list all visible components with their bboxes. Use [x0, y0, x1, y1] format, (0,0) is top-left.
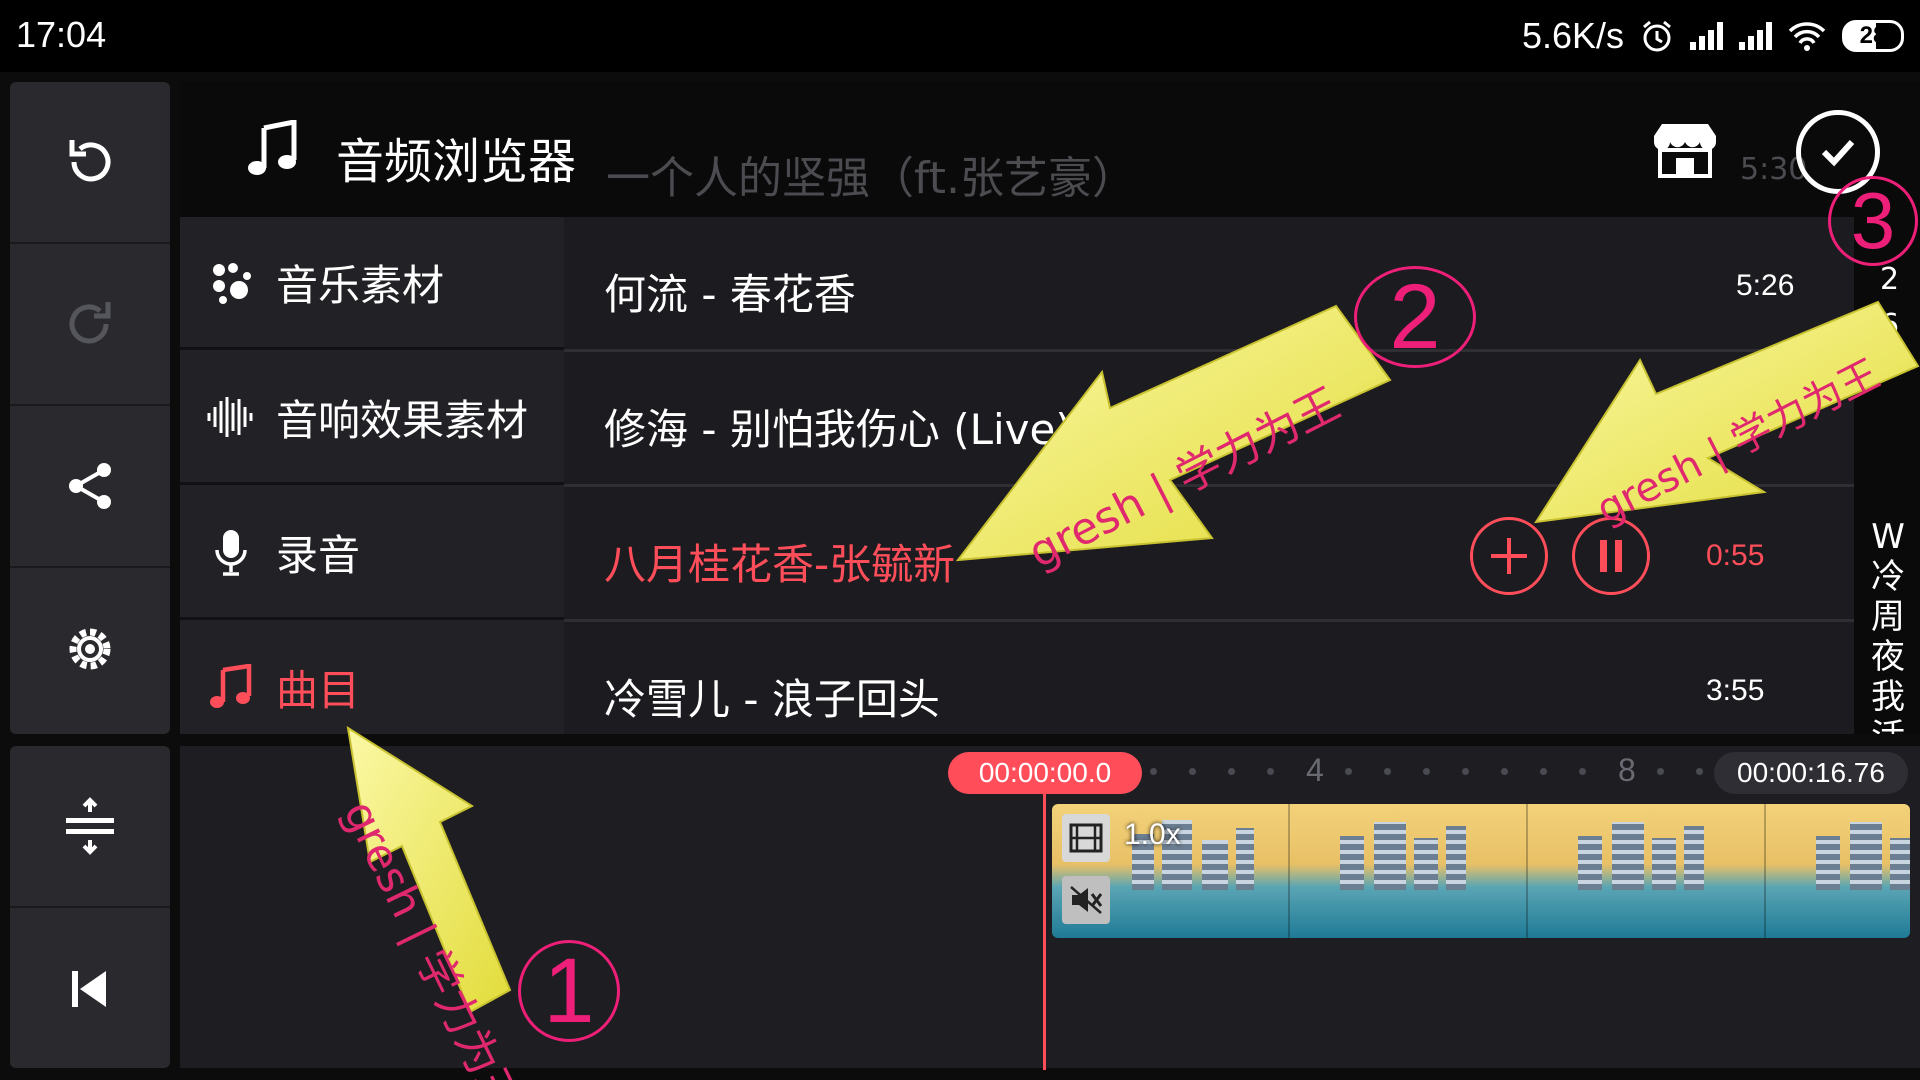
ruler-tick — [1657, 768, 1664, 775]
add-song-button[interactable] — [1470, 517, 1548, 595]
song-duration: 0:55 — [1706, 539, 1765, 572]
category-tracks[interactable]: 曲目 — [180, 622, 564, 734]
ruler-tick — [1462, 768, 1469, 775]
undo-button[interactable] — [10, 82, 170, 244]
category-label: 音乐素材 — [276, 260, 445, 310]
index-vertical[interactable]: W冷周夜我活萌遇 — [1868, 517, 1908, 734]
song-duration: 5:26 — [1736, 269, 1795, 302]
settings-button[interactable] — [10, 568, 170, 730]
skip-start-icon — [72, 971, 106, 1007]
category-sound-effects[interactable]: 音响效果素材 — [180, 352, 564, 485]
playhead[interactable] — [1043, 790, 1046, 1070]
clip-frame — [1528, 804, 1766, 938]
status-bar: 17:04 5.6K/s 28 — [0, 0, 1920, 72]
share-icon — [69, 463, 111, 509]
category-recording[interactable]: 录音 — [180, 487, 564, 620]
song-item[interactable]: 何流 - 春花香 5:26 — [564, 217, 1854, 352]
skip-to-start-button[interactable] — [10, 908, 170, 1070]
redo-icon — [69, 302, 111, 344]
editor-toolbar — [10, 82, 170, 734]
hd-signal-icon — [1690, 22, 1723, 50]
timeline-toolbar — [10, 746, 170, 1068]
microphone-icon — [206, 527, 256, 577]
song-item[interactable]: 冷雪儿 - 浪子回头 3:55 — [564, 622, 1854, 734]
clip-frame — [1290, 804, 1528, 938]
step-marker-2: 2 — [1354, 266, 1476, 368]
ruler-tick — [1150, 768, 1157, 775]
ruler-mark: 4 — [1306, 752, 1324, 788]
net-speed: 5.6K/s — [1521, 15, 1624, 56]
ruler-tick — [1579, 768, 1586, 775]
alarm-icon — [1643, 20, 1671, 52]
browser-header: 音频浏览器 一个人的坚强（ft.张艺豪） 5:30 — [180, 82, 1920, 217]
signal-icon — [1739, 22, 1772, 50]
current-time: 00:00:00.0 — [948, 752, 1142, 794]
expand-tracks-icon — [66, 797, 114, 855]
song-title: 修海 - 别怕我伤心 (Live) — [604, 405, 1072, 454]
gear-icon — [69, 628, 111, 670]
ruler-tick — [1501, 768, 1508, 775]
step-marker-1: 1 — [518, 940, 620, 1042]
category-list: 音乐素材 音响效果素材 录音 曲目 — [180, 217, 564, 734]
music-material-icon — [206, 257, 256, 307]
total-time: 00:00:16.76 — [1714, 752, 1908, 794]
artist-index-strip: 2 6 W冷周夜我活萌遇 — [1854, 217, 1920, 734]
ruler-tick — [1696, 768, 1703, 775]
plus-icon — [1491, 538, 1527, 574]
scrolled-song-name: 一个人的坚强（ft.张艺豪） — [606, 153, 1136, 204]
ruler-tick — [1267, 768, 1274, 775]
clip-frame — [1766, 804, 1910, 938]
pause-icon — [1600, 540, 1622, 572]
ruler-tick — [1540, 768, 1547, 775]
battery-level: 28 — [1859, 22, 1887, 49]
category-label: 曲目 — [276, 665, 361, 715]
sound-wave-icon — [206, 392, 256, 442]
ruler-tick — [1384, 768, 1391, 775]
wifi-icon — [1788, 22, 1826, 51]
undo-icon — [69, 140, 111, 182]
audio-browser-panel: 音频浏览器 一个人的坚强（ft.张艺豪） 5:30 音乐素材 音响效果素材 录音… — [180, 82, 1920, 734]
index-partial: 2 6 — [1880, 262, 1900, 343]
music-note-icon — [248, 120, 297, 175]
ruler-mark: 8 — [1618, 752, 1636, 788]
category-music-material[interactable]: 音乐素材 — [180, 217, 564, 350]
song-title: 何流 - 春花香 — [604, 270, 856, 319]
category-label: 音响效果素材 — [276, 395, 529, 445]
mute-icon[interactable] — [1062, 876, 1110, 924]
ruler-tick — [1228, 768, 1235, 775]
status-indicators: 5.6K/s 28 — [1522, 14, 1904, 58]
category-label: 录音 — [276, 530, 361, 580]
film-icon[interactable] — [1062, 814, 1110, 862]
song-title: 八月桂花香-张毓新 — [604, 540, 956, 589]
music-note-icon — [206, 662, 256, 712]
redo-button[interactable] — [10, 244, 170, 406]
clip-speed: 1.0x — [1124, 818, 1181, 851]
browser-title: 音频浏览器 — [336, 134, 577, 190]
status-time: 17:04 — [16, 14, 107, 55]
track-expand-button[interactable] — [10, 746, 170, 908]
step-marker-3: 3 — [1828, 176, 1918, 266]
battery-icon: 28 — [1842, 20, 1904, 52]
ruler-tick — [1345, 768, 1352, 775]
share-button[interactable] — [10, 406, 170, 568]
song-title: 冷雪儿 - 浪子回头 — [604, 675, 940, 724]
store-button[interactable] — [1650, 120, 1720, 180]
song-duration: 3:55 — [1706, 674, 1765, 707]
ruler-tick — [1189, 768, 1196, 775]
ruler-tick — [1423, 768, 1430, 775]
checkmark-icon — [1821, 139, 1855, 167]
